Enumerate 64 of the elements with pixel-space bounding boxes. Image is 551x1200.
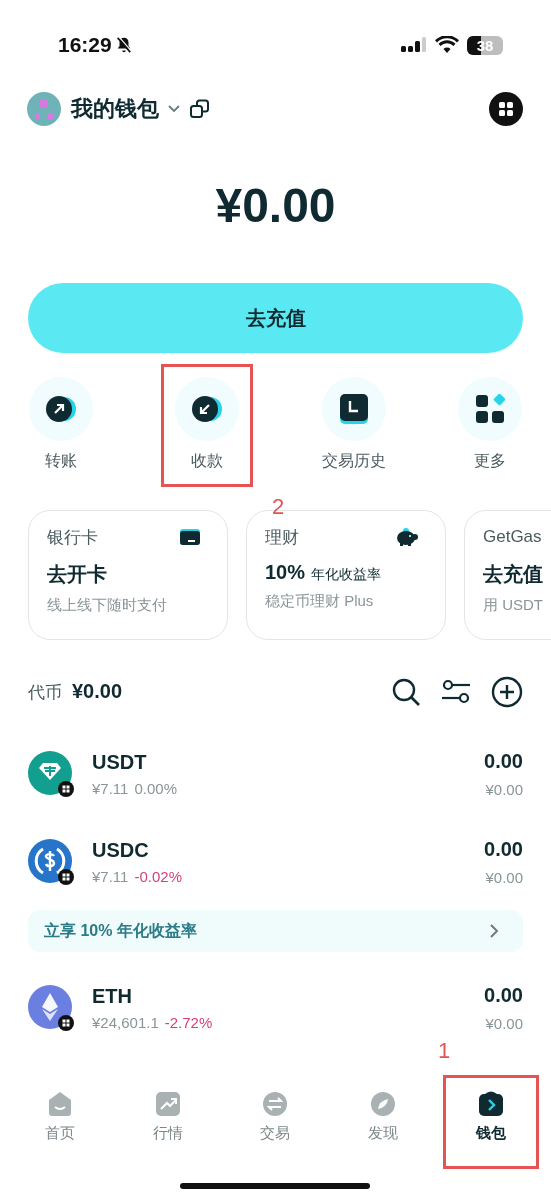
action-label[interactable]: 收款	[191, 451, 224, 472]
status-time: 16:29	[58, 33, 112, 57]
token-amount: 0.00	[484, 984, 523, 1007]
search-icon[interactable]	[391, 677, 421, 707]
discover-tab-icon	[369, 1090, 398, 1118]
token-price: ¥24,601.1	[92, 1014, 159, 1031]
tokens-label: 代币	[28, 682, 62, 704]
card-title: 理财	[265, 526, 299, 549]
chevron-down-icon[interactable]	[167, 104, 181, 114]
token-symbol: USDT	[92, 751, 148, 774]
token-change: -0.02%	[134, 868, 182, 885]
apps-icon[interactable]	[489, 92, 523, 126]
wifi-icon	[435, 36, 459, 54]
token-change: 0.00%	[134, 780, 177, 797]
market-tab-icon	[153, 1090, 182, 1118]
token-change: -2.72%	[164, 1014, 213, 1031]
deposit-button[interactable]: 去充值	[28, 283, 523, 353]
card-headline: 去开卡	[47, 562, 107, 587]
card-subtitle: 稳定币理财 Plus	[265, 592, 375, 611]
action-label[interactable]: 更多	[474, 451, 506, 472]
tokens-total: ¥0.00	[72, 680, 123, 703]
wallet-tab-icon	[477, 1090, 506, 1118]
wallet-name[interactable]: 我的钱包	[71, 94, 159, 124]
copy-icon[interactable]	[189, 98, 211, 120]
token-amount: 0.00	[484, 838, 523, 861]
card-title: GetGas	[483, 527, 542, 547]
trade-tab-icon	[261, 1090, 290, 1118]
card-subtitle: 线上线下随时支付	[47, 596, 168, 615]
bell-off-icon	[114, 36, 133, 54]
token-price: ¥7.11	[92, 780, 129, 797]
feature-card[interactable]: GetGas 去充值 用 USDT	[464, 510, 551, 640]
card-subtitle: 用 USDT	[483, 596, 544, 615]
card-headline: 去充值	[483, 562, 543, 587]
card-title: 银行卡	[47, 526, 98, 549]
ethereum-coin-icon	[28, 985, 74, 1031]
action-label[interactable]: 交易历史	[321, 451, 386, 472]
token-amount: 0.00	[484, 750, 523, 773]
chevron-right-icon	[489, 923, 499, 939]
add-icon[interactable]	[491, 676, 523, 708]
card-headline: 10%	[265, 561, 306, 584]
promo-text: 立享 10% 年化收益率	[44, 920, 197, 941]
filter-sliders-icon[interactable]	[441, 678, 471, 706]
feature-card[interactable]: 银行卡 去开卡 线上线下随时支付	[28, 510, 228, 640]
tether-coin-icon	[28, 751, 74, 797]
bank-card-icon	[179, 528, 201, 546]
tab-item[interactable]: 发现	[338, 1078, 429, 1158]
dollar-coin-icon	[28, 839, 74, 885]
token-price: ¥7.11	[92, 868, 129, 885]
tab-item[interactable]: 行情	[122, 1078, 213, 1158]
token-value: ¥0.00	[485, 781, 523, 798]
annotation-number: 1	[438, 1038, 451, 1064]
action-label[interactable]: 转账	[45, 451, 77, 472]
total-balance: ¥0.00	[214, 178, 337, 233]
token-value: ¥0.00	[485, 869, 523, 886]
token-symbol: USDC	[92, 839, 150, 862]
card-headline-note: 年化收益率	[311, 566, 382, 584]
signal-icon	[401, 37, 427, 53]
token-value: ¥0.00	[485, 1015, 523, 1032]
token-symbol: ETH	[92, 985, 133, 1008]
promo-banner[interactable]: 立享 10% 年化收益率	[28, 910, 523, 952]
tab-item[interactable]: 交易	[230, 1078, 321, 1158]
avatar-icon[interactable]	[27, 92, 61, 126]
piggy-bank-icon	[395, 527, 419, 547]
tab-item[interactable]: 首页	[14, 1078, 105, 1158]
